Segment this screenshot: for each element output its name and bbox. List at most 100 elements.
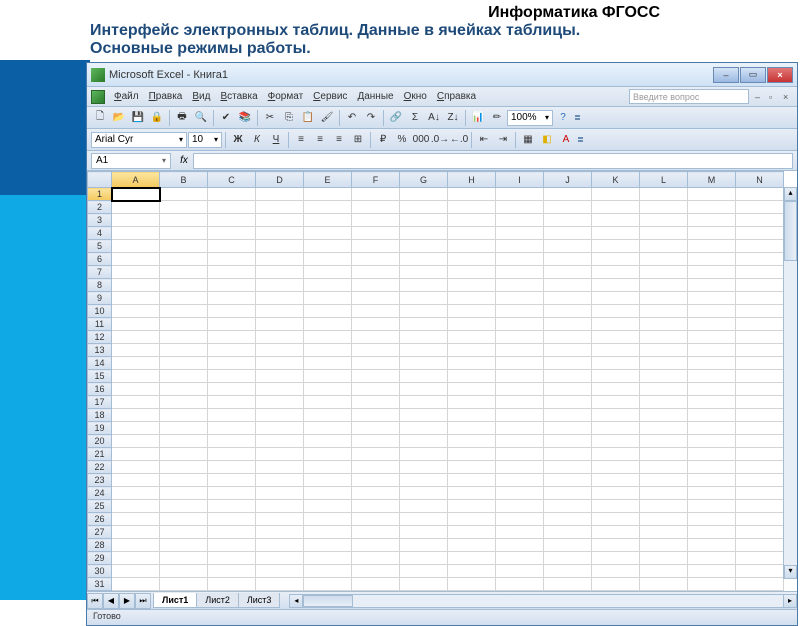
- cell-B24[interactable]: [160, 487, 208, 500]
- align-center-icon[interactable]: ≡: [311, 131, 329, 149]
- new-file-icon[interactable]: 🗋: [91, 109, 109, 127]
- cell-M20[interactable]: [688, 435, 736, 448]
- sheet-tab-3[interactable]: Лист3: [238, 593, 281, 608]
- cell-L1[interactable]: [640, 188, 688, 201]
- cell-B13[interactable]: [160, 344, 208, 357]
- cell-M25[interactable]: [688, 500, 736, 513]
- cell-B20[interactable]: [160, 435, 208, 448]
- cell-A18[interactable]: [112, 409, 160, 422]
- cell-J2[interactable]: [544, 201, 592, 214]
- cell-E29[interactable]: [304, 552, 352, 565]
- cell-A6[interactable]: [112, 253, 160, 266]
- cell-A22[interactable]: [112, 461, 160, 474]
- cell-I18[interactable]: [496, 409, 544, 422]
- format-painter-icon[interactable]: 🖌: [318, 109, 336, 127]
- save-icon[interactable]: 💾: [129, 109, 147, 127]
- copy-icon[interactable]: ⎘: [280, 109, 298, 127]
- cell-N8[interactable]: [736, 279, 784, 292]
- cell-J21[interactable]: [544, 448, 592, 461]
- row-header-23[interactable]: 23: [88, 474, 112, 487]
- cell-J7[interactable]: [544, 266, 592, 279]
- cell-F19[interactable]: [352, 422, 400, 435]
- cell-F23[interactable]: [352, 474, 400, 487]
- row-header-6[interactable]: 6: [88, 253, 112, 266]
- cell-G12[interactable]: [400, 331, 448, 344]
- vscroll-thumb[interactable]: [784, 201, 797, 261]
- cell-E18[interactable]: [304, 409, 352, 422]
- cell-A20[interactable]: [112, 435, 160, 448]
- sort-asc-icon[interactable]: A↓: [425, 109, 443, 127]
- insert-function-icon[interactable]: fx: [175, 155, 193, 166]
- cell-J10[interactable]: [544, 305, 592, 318]
- cell-D1[interactable]: [256, 188, 304, 201]
- bold-icon[interactable]: Ж: [229, 131, 247, 149]
- cell-K31[interactable]: [592, 578, 640, 591]
- cell-N16[interactable]: [736, 383, 784, 396]
- cell-K25[interactable]: [592, 500, 640, 513]
- col-header-F[interactable]: F: [352, 172, 400, 188]
- col-header-G[interactable]: G: [400, 172, 448, 188]
- cell-I22[interactable]: [496, 461, 544, 474]
- cell-M6[interactable]: [688, 253, 736, 266]
- cell-F1[interactable]: [352, 188, 400, 201]
- cell-A26[interactable]: [112, 513, 160, 526]
- cell-C21[interactable]: [208, 448, 256, 461]
- cell-F7[interactable]: [352, 266, 400, 279]
- cell-N20[interactable]: [736, 435, 784, 448]
- cell-H30[interactable]: [448, 565, 496, 578]
- cell-A14[interactable]: [112, 357, 160, 370]
- fill-color-icon[interactable]: ◧: [538, 131, 556, 149]
- cell-N17[interactable]: [736, 396, 784, 409]
- row-header-12[interactable]: 12: [88, 331, 112, 344]
- cell-L26[interactable]: [640, 513, 688, 526]
- cell-E21[interactable]: [304, 448, 352, 461]
- cell-I14[interactable]: [496, 357, 544, 370]
- cell-N24[interactable]: [736, 487, 784, 500]
- cell-M4[interactable]: [688, 227, 736, 240]
- cell-E31[interactable]: [304, 578, 352, 591]
- cell-C19[interactable]: [208, 422, 256, 435]
- doc-minimize-button[interactable]: –: [755, 92, 765, 102]
- cell-D2[interactable]: [256, 201, 304, 214]
- cell-H1[interactable]: [448, 188, 496, 201]
- cut-icon[interactable]: ✂: [261, 109, 279, 127]
- align-left-icon[interactable]: ≡: [292, 131, 310, 149]
- cell-L5[interactable]: [640, 240, 688, 253]
- cell-M26[interactable]: [688, 513, 736, 526]
- cell-J16[interactable]: [544, 383, 592, 396]
- cell-G7[interactable]: [400, 266, 448, 279]
- sheet-tab-1[interactable]: Лист1: [153, 593, 197, 608]
- cell-K29[interactable]: [592, 552, 640, 565]
- cell-B7[interactable]: [160, 266, 208, 279]
- cell-H8[interactable]: [448, 279, 496, 292]
- cell-I15[interactable]: [496, 370, 544, 383]
- cell-B17[interactable]: [160, 396, 208, 409]
- cell-J11[interactable]: [544, 318, 592, 331]
- cell-F17[interactable]: [352, 396, 400, 409]
- excel-doc-icon[interactable]: [91, 90, 105, 104]
- cell-B23[interactable]: [160, 474, 208, 487]
- cell-G2[interactable]: [400, 201, 448, 214]
- cell-C4[interactable]: [208, 227, 256, 240]
- cell-K7[interactable]: [592, 266, 640, 279]
- row-header-3[interactable]: 3: [88, 214, 112, 227]
- cell-L17[interactable]: [640, 396, 688, 409]
- cell-D14[interactable]: [256, 357, 304, 370]
- cell-L30[interactable]: [640, 565, 688, 578]
- scroll-down-button[interactable]: ▾: [784, 565, 797, 579]
- col-header-H[interactable]: H: [448, 172, 496, 188]
- cell-A12[interactable]: [112, 331, 160, 344]
- cell-J23[interactable]: [544, 474, 592, 487]
- cell-C26[interactable]: [208, 513, 256, 526]
- cell-K22[interactable]: [592, 461, 640, 474]
- cell-F16[interactable]: [352, 383, 400, 396]
- cell-J4[interactable]: [544, 227, 592, 240]
- cell-A27[interactable]: [112, 526, 160, 539]
- cell-M16[interactable]: [688, 383, 736, 396]
- cell-K19[interactable]: [592, 422, 640, 435]
- cell-C12[interactable]: [208, 331, 256, 344]
- cell-K30[interactable]: [592, 565, 640, 578]
- cell-N4[interactable]: [736, 227, 784, 240]
- cell-D13[interactable]: [256, 344, 304, 357]
- align-right-icon[interactable]: ≡: [330, 131, 348, 149]
